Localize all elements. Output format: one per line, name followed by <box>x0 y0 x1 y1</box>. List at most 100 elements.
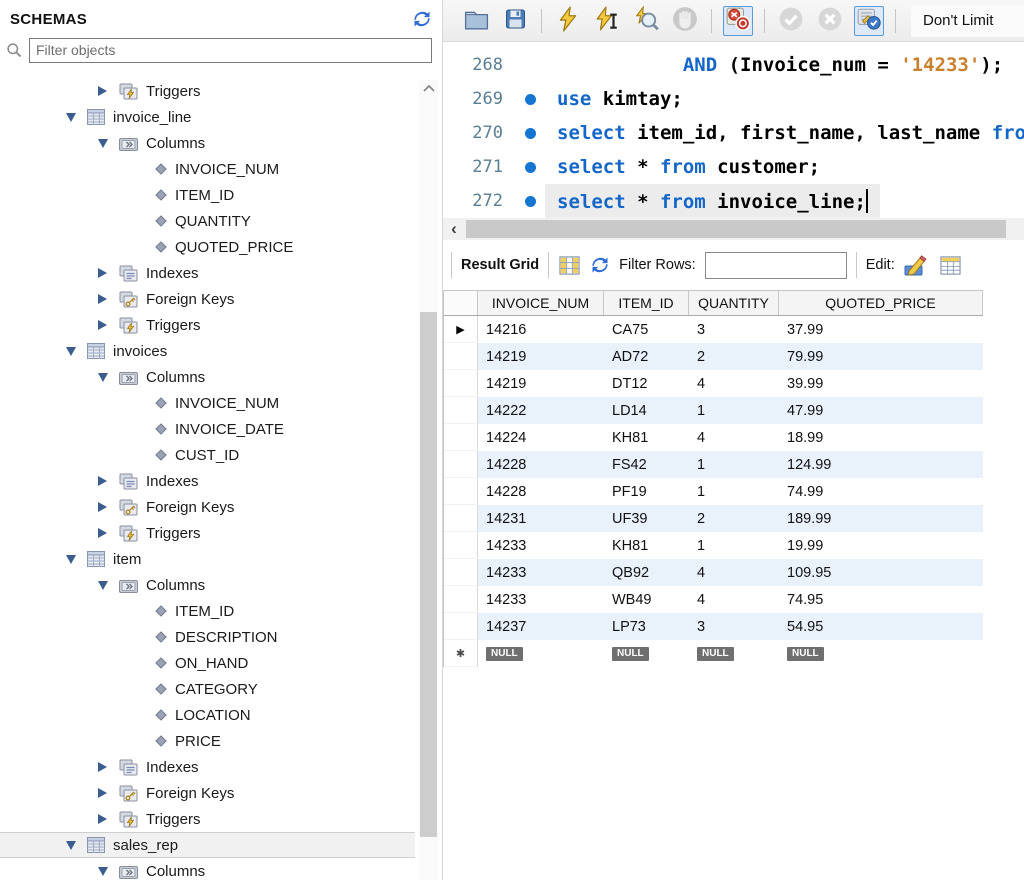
editor-line-272[interactable]: 272select * from invoice_line; <box>443 184 1024 218</box>
grid-cell[interactable]: 109.95 <box>779 559 983 586</box>
grid-cell[interactable]: 1 <box>689 397 779 424</box>
filter-objects-input[interactable] <box>29 38 432 63</box>
execute-statement-button[interactable] <box>553 6 583 36</box>
grid-cell[interactable]: 14231 <box>478 505 604 532</box>
tree-item-triggers[interactable]: Triggers <box>0 806 415 832</box>
tree-item-indexes[interactable]: Indexes <box>0 468 415 494</box>
grid-cell[interactable]: 1 <box>689 478 779 505</box>
chevron-collapsed-icon[interactable] <box>98 525 114 541</box>
table-row[interactable]: 14219AD72279.99 <box>444 343 983 370</box>
tree-item-item-id[interactable]: ITEM_ID <box>0 598 415 624</box>
grid-cell[interactable]: FS42 <box>604 451 689 478</box>
grid-cell[interactable]: 3 <box>689 316 779 343</box>
chevron-expanded-icon[interactable] <box>66 109 82 125</box>
grid-cell[interactable]: 14237 <box>478 613 604 640</box>
grid-cell[interactable]: 47.99 <box>779 397 983 424</box>
chevron-expanded-icon[interactable] <box>98 369 114 385</box>
grid-cell[interactable]: 14224 <box>478 424 604 451</box>
grid-cell-null[interactable]: NULL <box>604 640 689 667</box>
grid-view-icon[interactable] <box>558 255 581 276</box>
table-row[interactable]: 14219DT12439.99 <box>444 370 983 397</box>
chevron-collapsed-icon[interactable] <box>98 317 114 333</box>
current-row-marker[interactable]: ▶ <box>444 316 478 343</box>
column-header-quantity[interactable]: QUANTITY <box>689 291 779 315</box>
grid-cell[interactable]: QB92 <box>604 559 689 586</box>
column-header-invoice-num[interactable]: INVOICE_NUM <box>478 291 604 315</box>
row-gutter[interactable] <box>444 505 478 532</box>
tree-item-columns[interactable]: Columns <box>0 572 415 598</box>
tree-scrollbar-thumb[interactable] <box>420 312 437 837</box>
grid-cell[interactable]: 14219 <box>478 343 604 370</box>
explain-statement-button[interactable] <box>631 6 661 36</box>
insert-row[interactable]: ✱NULLNULLNULLNULL <box>444 640 983 667</box>
tree-item-quantity[interactable]: QUANTITY <box>0 208 415 234</box>
grid-cell[interactable]: 14219 <box>478 370 604 397</box>
grid-edit-icon[interactable] <box>939 255 962 276</box>
editor-line-271[interactable]: 271select * from customer; <box>443 150 1024 184</box>
tree-item-triggers[interactable]: Triggers <box>0 78 415 104</box>
toggle-stop-on-error-button[interactable] <box>723 6 753 36</box>
row-gutter[interactable] <box>444 370 478 397</box>
toggle-autocommit-button[interactable] <box>854 6 884 36</box>
save-sql-script-button[interactable] <box>500 6 530 36</box>
chevron-expanded-icon[interactable] <box>66 551 82 567</box>
scroll-left-icon[interactable]: ‹ <box>443 219 465 239</box>
table-row[interactable]: 14233WB49474.95 <box>444 586 983 613</box>
sql-editor[interactable]: 268 AND (Invoice_num = '14233');269use k… <box>443 42 1024 218</box>
row-gutter[interactable] <box>444 424 478 451</box>
refresh-grid-icon[interactable] <box>590 256 610 274</box>
tree-item-columns[interactable]: Columns <box>0 364 415 390</box>
chevron-expanded-icon[interactable] <box>66 837 82 853</box>
tree-item-item[interactable]: item <box>0 546 415 572</box>
grid-cell[interactable]: 79.99 <box>779 343 983 370</box>
chevron-collapsed-icon[interactable] <box>98 811 114 827</box>
grid-cell[interactable]: 2 <box>689 505 779 532</box>
table-row[interactable]: 14233QB924109.95 <box>444 559 983 586</box>
chevron-expanded-icon[interactable] <box>98 863 114 879</box>
chevron-collapsed-icon[interactable] <box>98 759 114 775</box>
table-row[interactable]: 14233KH81119.99 <box>444 532 983 559</box>
tree-item-quoted-price[interactable]: QUOTED_PRICE <box>0 234 415 260</box>
grid-cell[interactable]: 14233 <box>478 586 604 613</box>
grid-cell[interactable]: 14228 <box>478 478 604 505</box>
tree-item-indexes[interactable]: Indexes <box>0 754 415 780</box>
grid-cell[interactable]: CA75 <box>604 316 689 343</box>
rollback-transaction-button[interactable] <box>815 6 845 36</box>
tree-item-invoice-line[interactable]: invoice_line <box>0 104 415 130</box>
stop-query-button[interactable] <box>670 6 700 36</box>
scroll-up-icon[interactable] <box>419 80 438 96</box>
tree-item-indexes[interactable]: Indexes <box>0 260 415 286</box>
tree-item-invoice-date[interactable]: INVOICE_DATE <box>0 416 415 442</box>
grid-cell[interactable]: 189.99 <box>779 505 983 532</box>
editor-line-268[interactable]: 268 AND (Invoice_num = '14233'); <box>443 48 1024 82</box>
grid-cell[interactable]: 74.95 <box>779 586 983 613</box>
editor-hscrollbar[interactable]: ‹ <box>443 218 1024 240</box>
column-header-item-id[interactable]: ITEM_ID <box>604 291 689 315</box>
open-sql-script-button[interactable] <box>461 6 491 36</box>
grid-cell[interactable]: KH81 <box>604 424 689 451</box>
tree-item-invoice-num[interactable]: INVOICE_NUM <box>0 156 415 182</box>
editor-line-270[interactable]: 270select item_id, first_name, last_name… <box>443 116 1024 150</box>
row-gutter[interactable] <box>444 451 478 478</box>
refresh-schemas-icon[interactable] <box>412 10 432 28</box>
grid-cell[interactable]: 4 <box>689 586 779 613</box>
tree-item-sales-rep[interactable]: sales_rep <box>0 832 415 858</box>
table-row[interactable]: 14237LP73354.95 <box>444 613 983 640</box>
row-gutter[interactable] <box>444 586 478 613</box>
row-gutter[interactable] <box>444 559 478 586</box>
tree-scrollbar[interactable] <box>419 80 438 880</box>
grid-cell-null[interactable]: NULL <box>478 640 604 667</box>
chevron-collapsed-icon[interactable] <box>98 291 114 307</box>
tree-item-foreign-keys[interactable]: Foreign Keys <box>0 286 415 312</box>
chevron-collapsed-icon[interactable] <box>98 785 114 801</box>
insert-row-gutter[interactable]: ✱ <box>444 640 478 667</box>
tree-item-description[interactable]: DESCRIPTION <box>0 624 415 650</box>
table-row[interactable]: ▶14216CA75337.99 <box>444 316 983 343</box>
chevron-expanded-icon[interactable] <box>98 135 114 151</box>
row-gutter[interactable] <box>444 343 478 370</box>
editor-line-269[interactable]: 269use kimtay; <box>443 82 1024 116</box>
table-row[interactable]: 14231UF392189.99 <box>444 505 983 532</box>
grid-cell-null[interactable]: NULL <box>779 640 983 667</box>
tree-item-columns[interactable]: Columns <box>0 130 415 156</box>
grid-cell[interactable]: 3 <box>689 613 779 640</box>
